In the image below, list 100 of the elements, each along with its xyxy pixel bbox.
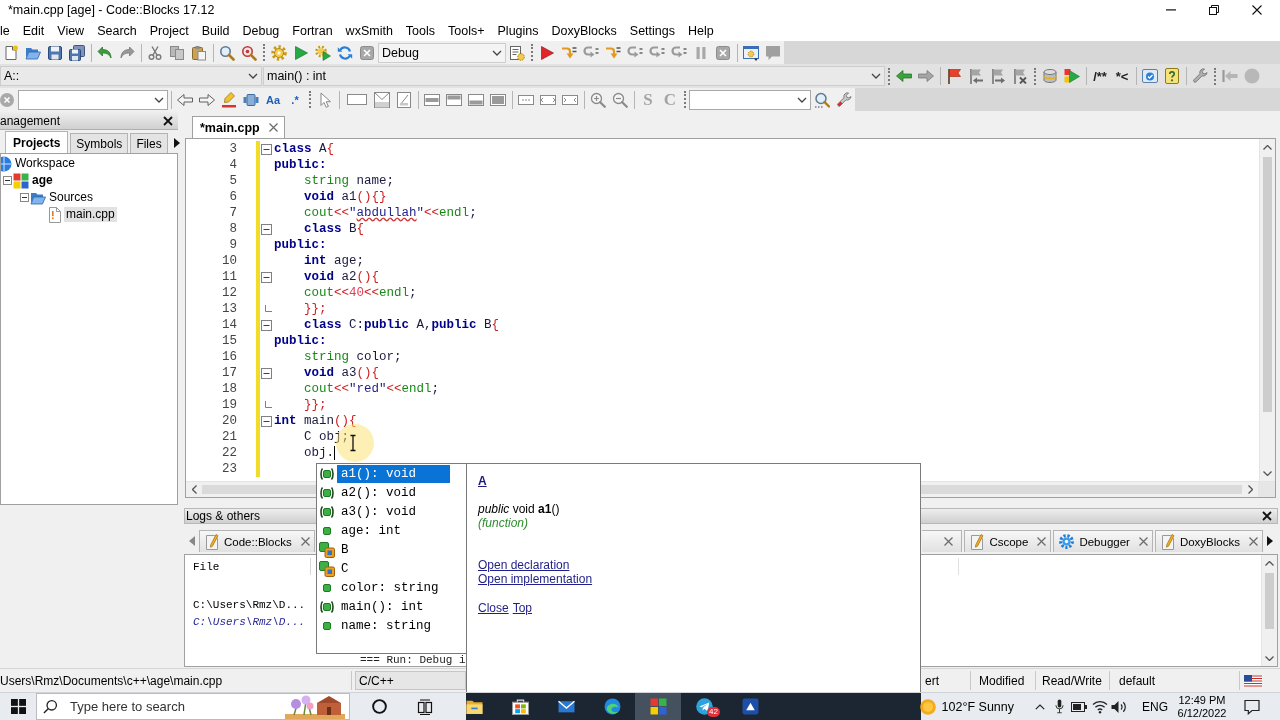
curved-arrow-icon[interactable] [97,44,113,61]
flag-arrow-icon[interactable] [968,68,984,84]
scope-link[interactable]: A [478,474,487,488]
floppy-disks-icon[interactable] [69,44,85,61]
autocomplete-item[interactable]: name: string [319,616,435,635]
pointer-icon[interactable] [317,91,333,108]
bar-rectangle-icon[interactable] [424,91,440,108]
step-arrow-icon[interactable] [649,44,665,61]
panel-tab[interactable]: Files [130,133,168,153]
toolbar-button[interactable]: .* [284,88,306,111]
menu-item[interactable]: le [0,21,17,40]
scrollbar-thumb[interactable] [1263,157,1272,412]
search-field[interactable] [18,89,168,110]
flag-x-icon[interactable] [1012,68,1028,84]
right-triangle-icon[interactable] [1267,536,1273,546]
step-arrow-icon[interactable] [561,44,577,61]
zoom-out-icon[interactable] [612,91,628,108]
toolbar-button[interactable]: Aa [262,88,284,111]
scissors-icon[interactable] [147,44,163,61]
step-arrow-icon[interactable] [627,44,643,61]
fold-icon[interactable] [260,319,272,331]
autocomplete-item[interactable]: B [319,540,353,559]
notification-icon[interactable] [1244,698,1260,715]
toolbar-button[interactable]: *< [1111,65,1133,87]
autocomplete-item[interactable]: a3(): void [319,502,420,521]
pages-icon[interactable] [169,44,185,61]
log-tab[interactable]: Code::Blocks [199,530,315,552]
flag-arrow-icon[interactable] [990,68,1006,84]
search-input[interactable]: Type here to search [62,695,285,718]
autocomplete-item[interactable]: color: string [319,578,443,597]
circle-x-icon[interactable] [0,92,14,107]
editor-tab[interactable]: *main.cpp [192,116,285,138]
step-arrow-icon[interactable] [583,44,599,61]
flag-icon[interactable] [946,68,962,84]
microphone-icon[interactable] [1055,699,1065,714]
menu-item[interactable]: Help [681,21,721,40]
image-frame-icon[interactable] [374,91,390,108]
scope-dropdown[interactable]: A:: [0,66,262,86]
tree-item[interactable]: Sources [47,190,96,205]
cylinder-icon[interactable] [1042,68,1058,84]
menu-item[interactable]: Build [195,21,236,40]
task-view-icon[interactable] [417,698,433,715]
gear-play-icon[interactable] [315,44,331,61]
close-icon[interactable] [163,115,173,126]
bar-rectangle-icon[interactable] [468,91,484,108]
function-dropdown[interactable]: main() : int [263,66,885,86]
toolbar-button[interactable]: /** [1089,65,1111,87]
up-chevron-icon[interactable] [1265,560,1274,566]
doc-link[interactable]: Open declaration [478,558,570,572]
bar-rectangle-icon[interactable] [446,91,462,108]
window-gear-icon[interactable] [743,44,759,61]
page-frame-icon[interactable] [396,91,412,108]
search-box[interactable]: Type here to search [36,693,350,720]
log-tab[interactable]: Cscope [964,530,1052,552]
panel-tab[interactable]: Symbols [70,133,129,153]
step-arrow-icon[interactable] [671,44,687,61]
windows-start-icon[interactable] [10,699,26,714]
battery-icon[interactable] [1071,701,1087,712]
vertical-scrollbar[interactable] [1259,139,1275,481]
doc-link[interactable]: Close [478,601,509,615]
rectangle-icon[interactable] [346,94,367,105]
vertical-scrollbar[interactable] [1261,555,1277,666]
autocomplete-item[interactable]: C [319,559,353,578]
search-icon[interactable] [814,91,830,108]
doc-link[interactable]: Top [512,601,533,615]
bracket-block-icon[interactable] [243,91,259,108]
weather-text[interactable]: 102°F Sunny [941,699,1014,714]
right-chevron-icon[interactable] [1247,485,1253,494]
tree-item[interactable]: main.cpp [64,207,117,222]
autocomplete-item[interactable]: age: int [319,521,405,540]
x-square-icon[interactable] [359,44,375,61]
menu-item[interactable]: Project [143,21,196,40]
circle-icon[interactable] [371,699,387,714]
speaker-icon[interactable] [1111,699,1127,714]
menu-item[interactable]: Debug [235,21,286,40]
tree-item[interactable]: age [30,173,55,188]
menu-item[interactable]: Edit [16,21,51,40]
window-check-icon[interactable] [1142,68,1158,84]
zoom-in-icon[interactable] [590,91,606,108]
sun-icon[interactable] [919,698,936,715]
left-chevron-icon[interactable] [191,485,197,494]
gear-icon[interactable] [271,44,287,61]
new-file-icon[interactable] [3,44,19,61]
menu-item[interactable]: Tools [399,21,442,40]
log-tab[interactable]: Debugger [1053,530,1153,552]
down-chevron-icon[interactable] [1263,470,1272,476]
menu-item[interactable]: Search [90,21,144,40]
collapse-icon[interactable] [19,193,29,202]
dot-icon[interactable] [1244,68,1260,84]
up-chevron-icon[interactable] [1035,703,1045,710]
collapse-icon[interactable] [2,176,12,185]
wifi-icon[interactable] [1092,699,1108,714]
clock[interactable]: 12:49 PM 6/12/2022 [1172,693,1232,720]
search-icon[interactable] [219,44,235,61]
menu-item[interactable]: Fortran [285,21,340,40]
menu-item[interactable]: View [50,21,91,40]
menu-item[interactable]: Settings [623,21,682,40]
fold-icon[interactable] [260,143,272,155]
wrench-icon[interactable] [1192,68,1208,84]
right-triangle-icon[interactable] [173,138,180,148]
